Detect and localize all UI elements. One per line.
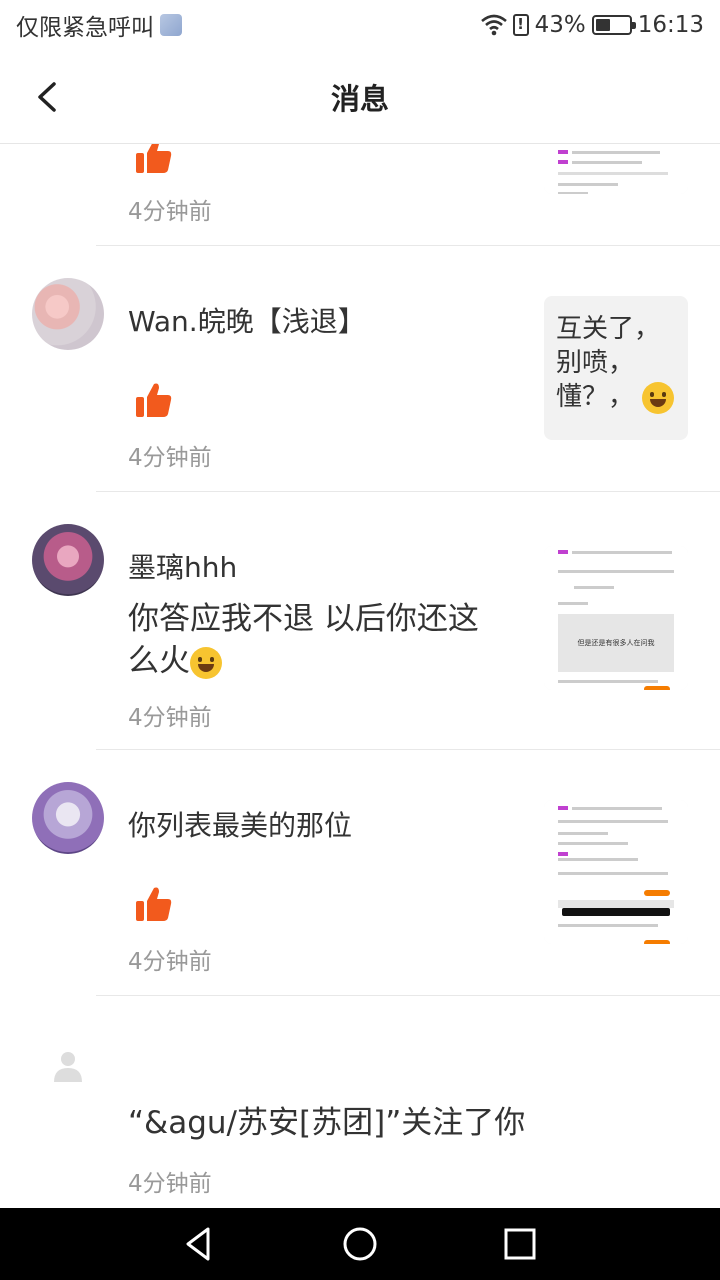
system-nav-bar <box>0 1208 720 1280</box>
preview-tabs <box>558 570 674 573</box>
list-item[interactable]: “&agu/苏安[苏团]”关注了你 4分钟前 <box>0 996 720 1208</box>
chevron-left-icon[interactable] <box>30 78 66 116</box>
post-thumbnail[interactable]: 但是还是有很多人在问我 <box>544 546 688 690</box>
back-nav-icon[interactable] <box>180 1224 220 1264</box>
comment-body: 你答应我不退 以后你还这么火 <box>128 601 479 679</box>
preview-navbar <box>562 908 670 916</box>
preview-tag <box>558 806 568 810</box>
preview-card: 但是还是有很多人在问我 <box>558 614 674 672</box>
message-time: 4分钟前 <box>128 949 212 975</box>
status-icons: ! 43% 16:13 <box>480 12 704 38</box>
thumbs-up-icon <box>136 144 172 173</box>
preview-line <box>558 832 608 835</box>
status-bar: 仅限紧急呼叫 ! 43% 16:13 <box>0 0 720 50</box>
carrier-info: 仅限紧急呼叫 <box>16 8 182 42</box>
post-thumbnail[interactable] <box>544 800 688 944</box>
preview-line <box>558 842 628 845</box>
screenshot-preview: 但是还是有很多人在问我 <box>544 546 688 690</box>
avatar[interactable] <box>32 524 104 596</box>
preview-line <box>572 151 660 154</box>
preview-line <box>572 551 672 554</box>
comment-text: 你答应我不退 以后你还这么火 <box>128 598 508 682</box>
preview-button <box>644 890 670 896</box>
carrier-text: 仅限紧急呼叫 <box>16 15 154 41</box>
post-thumbnail[interactable]: 互关了，别喷，懂？， <box>544 296 688 440</box>
wifi-icon <box>480 14 507 36</box>
user-name[interactable]: Wan.皖晚【浅退】 <box>128 300 366 340</box>
avatar[interactable] <box>32 278 104 350</box>
default-avatar-icon[interactable] <box>50 1048 86 1084</box>
preview-line <box>558 192 588 194</box>
user-name[interactable]: 墨璃hhh <box>128 546 237 586</box>
grin-emoji-icon <box>190 646 222 679</box>
battery-fill <box>595 19 610 31</box>
message-time: 4分钟前 <box>128 705 212 731</box>
post-thumbnail[interactable] <box>544 144 688 194</box>
home-nav-icon[interactable] <box>340 1224 380 1264</box>
screenshot-preview <box>544 144 688 194</box>
recents-nav-icon[interactable] <box>500 1224 540 1264</box>
preview-line <box>558 858 638 861</box>
preview-line <box>558 602 588 605</box>
message-time: 4分钟前 <box>128 199 212 225</box>
list-item[interactable]: Wan.皖晚【浅退】 4分钟前 互关了，别喷，懂？， <box>0 246 720 492</box>
preview-button <box>644 686 670 690</box>
preview-button <box>644 940 670 944</box>
preview-tag <box>558 852 568 856</box>
follow-text: “&agu/苏安[苏团]”关注了你 <box>128 1105 526 1141</box>
page-title: 消息 <box>330 81 389 116</box>
preview-tag <box>558 550 568 554</box>
preview-line <box>558 872 668 875</box>
preview-line <box>572 161 642 164</box>
preview-line <box>574 586 614 589</box>
preview-line <box>558 183 618 186</box>
battery-icon <box>591 15 636 35</box>
alert-icon: ! <box>512 14 529 36</box>
preview-line <box>558 680 658 683</box>
title-bar: 消息 <box>0 50 720 144</box>
wink-emoji-icon <box>642 381 675 414</box>
preview-card <box>558 900 674 908</box>
preview-tabs <box>558 172 668 175</box>
avatar[interactable] <box>32 782 104 854</box>
list-item[interactable]: 墨璃hhh 你答应我不退 以后你还这么火 4分钟前 但是还是有很多人在问我 <box>0 492 720 750</box>
thumbs-up-icon <box>136 887 172 921</box>
preview-line <box>558 924 658 927</box>
clock: 16:13 <box>637 12 704 38</box>
message-list[interactable]: 4分钟前 Wan.皖晚【浅退】 4分钟前 互关了，别喷，懂？， 墨璃hhh 你答… <box>0 144 720 1208</box>
preview-tabs <box>558 820 668 823</box>
battery-percent: 43% <box>534 12 586 38</box>
thumbs-up-icon <box>136 383 172 417</box>
message-time: 4分钟前 <box>128 445 212 471</box>
list-item[interactable]: 你列表最美的那位 4分钟前 <box>0 750 720 996</box>
sim-icon <box>160 14 182 36</box>
list-item[interactable]: 4分钟前 <box>0 144 720 246</box>
preview-line <box>572 807 662 810</box>
preview-tag <box>558 150 568 154</box>
user-name[interactable]: 你列表最美的那位 <box>128 804 352 844</box>
screenshot-preview <box>544 800 688 944</box>
message-time: 4分钟前 <box>128 1171 212 1197</box>
preview-tag <box>558 160 568 164</box>
